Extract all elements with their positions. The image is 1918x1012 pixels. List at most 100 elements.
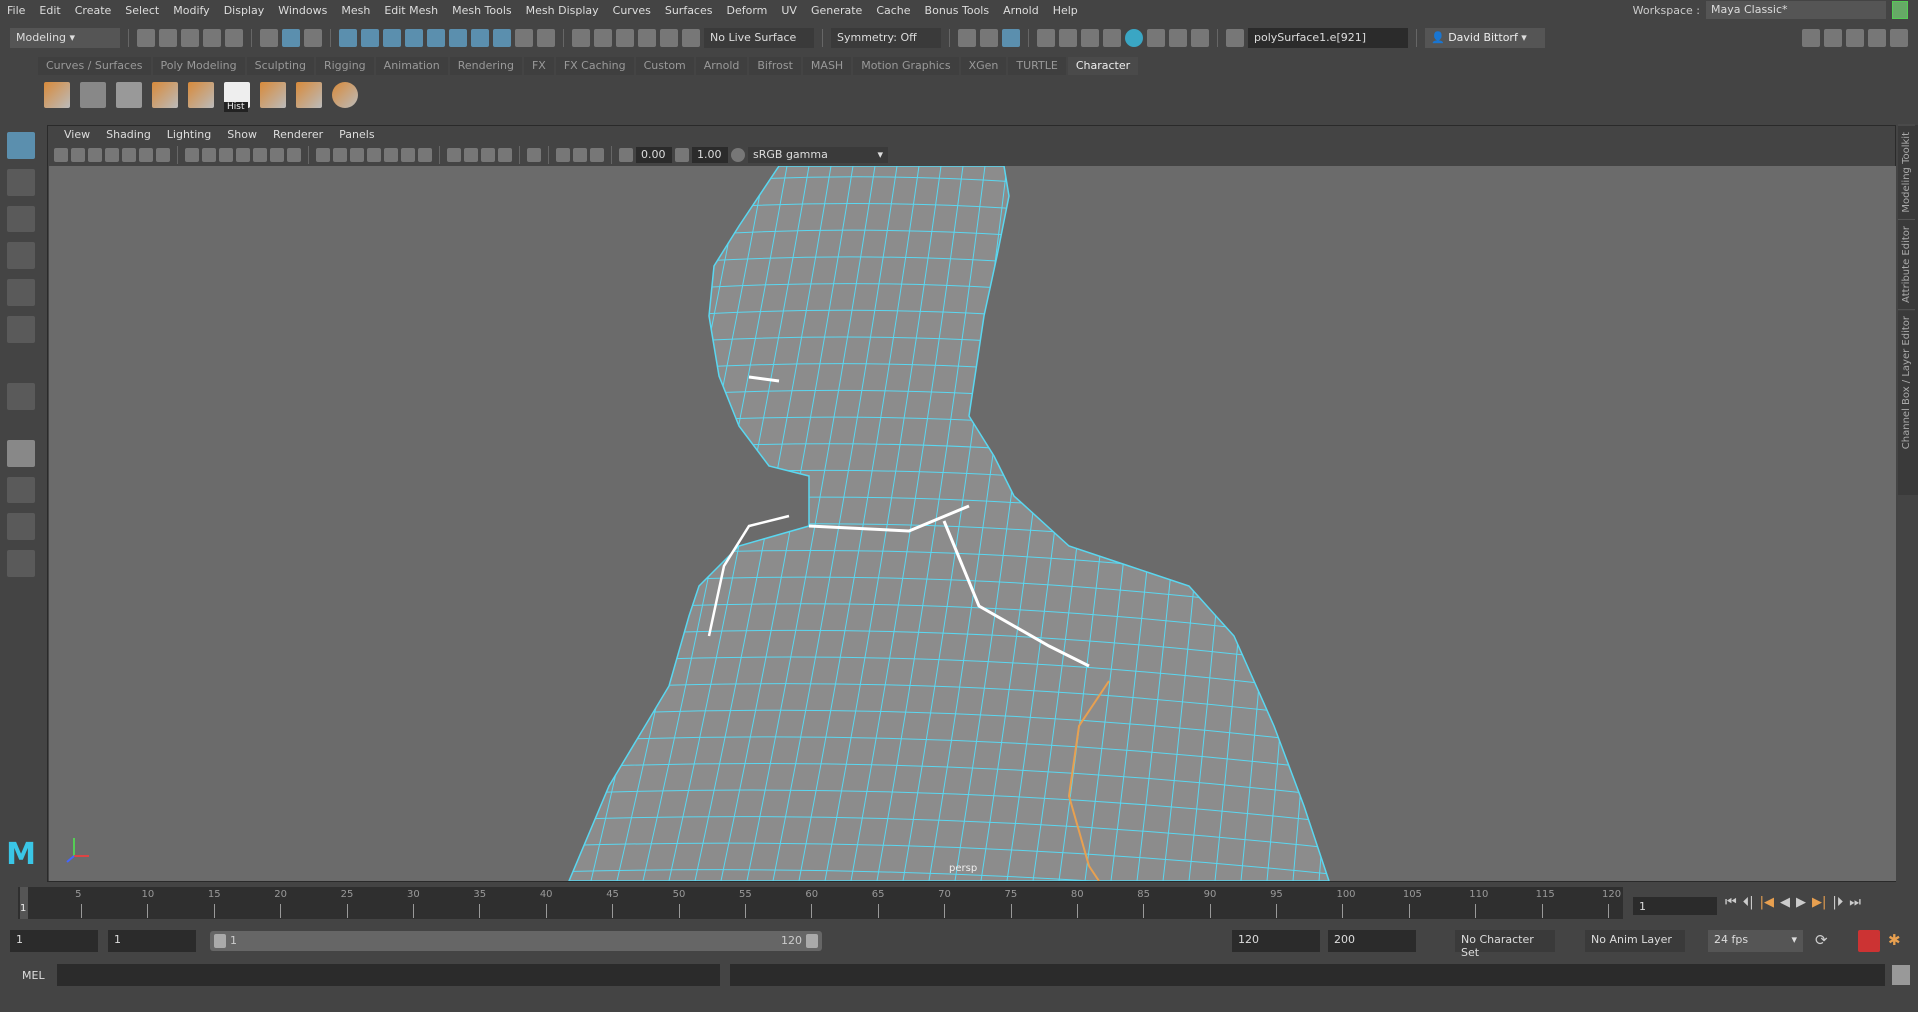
modeling-toolkit-toggle-icon[interactable] (1802, 29, 1820, 47)
play-forward-icon[interactable]: ▶ (1796, 895, 1806, 910)
safe-title-icon[interactable] (287, 148, 301, 162)
four-view-icon[interactable] (7, 476, 35, 504)
single-perspective-icon[interactable] (7, 439, 35, 467)
anim-layer-dropdown[interactable]: No Anim Layer (1585, 930, 1685, 952)
start-time-field[interactable]: 1 (10, 930, 98, 952)
menu-mesh[interactable]: Mesh (334, 4, 377, 17)
lasso-tool-icon[interactable] (7, 168, 35, 196)
exposure-icon[interactable] (619, 148, 633, 162)
arnold-render-icon[interactable] (1147, 29, 1165, 47)
go-to-end-icon[interactable]: ⏭ (1849, 895, 1861, 910)
select-hierarchy-icon[interactable] (260, 29, 278, 47)
color-space-dropdown[interactable]: sRGB gamma ▾ (748, 147, 888, 163)
hypershade-icon[interactable] (1125, 29, 1143, 47)
panel-menu-show[interactable]: Show (219, 128, 265, 141)
shelf-joint-icon[interactable] (44, 82, 70, 108)
outliner-icon[interactable] (7, 550, 35, 577)
wireframe-on-shaded-icon[interactable] (367, 148, 381, 162)
menu-arnold[interactable]: Arnold (996, 4, 1046, 17)
panel-menu-shading[interactable]: Shading (98, 128, 159, 141)
menu-create[interactable]: Create (68, 4, 119, 17)
step-forward-frame-icon[interactable]: ▶| (1812, 895, 1826, 910)
gamma-icon[interactable] (675, 148, 689, 162)
end-time-field[interactable]: 200 (1328, 930, 1416, 952)
shelf-tab[interactable]: Bifrost (749, 57, 801, 75)
go-to-start-icon[interactable]: ⏮ (1725, 895, 1737, 910)
select-object-icon[interactable] (282, 29, 300, 47)
menuset-dropdown[interactable]: Modeling ▾ (10, 28, 120, 48)
live-icon[interactable] (682, 29, 700, 47)
grease-pencil-icon[interactable] (156, 148, 170, 162)
camera-lock-icon[interactable] (71, 148, 85, 162)
light-icon[interactable] (1169, 29, 1187, 47)
redo-icon[interactable] (225, 29, 243, 47)
smooth-shade-icon[interactable] (333, 148, 347, 162)
shelf-weights-icon[interactable] (260, 82, 286, 108)
shelf-tab[interactable]: Curves / Surfaces (38, 57, 151, 75)
panel-menu-renderer[interactable]: Renderer (265, 128, 331, 141)
side-tab[interactable]: Channel Box / Layer Editor (1898, 308, 1915, 455)
panel-menu-view[interactable]: View (56, 128, 98, 141)
field-chart-icon[interactable] (253, 148, 267, 162)
snap-view-plane-icon[interactable] (427, 29, 445, 47)
shelf-history-icon[interactable]: Hist (224, 82, 250, 112)
menu-edit-mesh[interactable]: Edit Mesh (377, 4, 445, 17)
ipr-render-icon[interactable] (1081, 29, 1099, 47)
render-settings-icon[interactable] (1103, 29, 1121, 47)
human-ik-icon[interactable] (1824, 29, 1842, 47)
open-scene-icon[interactable] (159, 29, 177, 47)
panel-layout2-icon[interactable] (980, 29, 998, 47)
symmetry-dropdown[interactable]: Symmetry: Off (831, 28, 941, 48)
construction-history-icon[interactable] (616, 29, 634, 47)
attribute-editor-toggle-icon[interactable] (1846, 29, 1864, 47)
shelf-tab[interactable]: Rigging (315, 57, 374, 75)
side-tab[interactable]: Modeling Toolkit (1898, 125, 1915, 219)
select-tool-icon[interactable] (7, 132, 35, 159)
shelf-tab[interactable]: Motion Graphics (853, 57, 959, 75)
shelf-ik-icon[interactable] (116, 82, 142, 108)
range-start-handle[interactable] (214, 934, 226, 948)
input-line-icon[interactable] (1226, 29, 1244, 47)
xray-icon[interactable] (556, 148, 570, 162)
menu-deform[interactable]: Deform (719, 4, 774, 17)
time-slider[interactable]: 1 5 10 15 20 25 30 35 40 45 50 55 60 65 70 75 80 85 90 95 1… (18, 887, 1623, 919)
grid-icon[interactable] (185, 148, 199, 162)
script-editor-icon[interactable] (1892, 965, 1910, 985)
shelf-tab[interactable]: Sculpting (246, 57, 314, 75)
outliner-toggle-icon[interactable] (1002, 29, 1020, 47)
menu-mesh-display[interactable]: Mesh Display (519, 4, 606, 17)
shelf-tab[interactable]: Character (1067, 57, 1139, 75)
render-view-icon[interactable] (1037, 29, 1055, 47)
menu-windows[interactable]: Windows (271, 4, 334, 17)
workspace-dropdown[interactable]: Maya Classic* (1706, 1, 1886, 19)
highlight-icon[interactable] (537, 29, 555, 47)
step-forward-key-icon[interactable]: |⏵ (1832, 895, 1843, 910)
magnet-icon[interactable] (660, 29, 678, 47)
image-plane-icon[interactable] (122, 148, 136, 162)
move-tool-icon[interactable] (7, 242, 35, 270)
3d-viewport[interactable]: persp (49, 166, 1896, 881)
range-end-handle[interactable] (806, 934, 818, 948)
ambient-occlusion-icon[interactable] (447, 148, 461, 162)
resolution-gate-icon[interactable] (219, 148, 233, 162)
wireframe-icon[interactable] (316, 148, 330, 162)
fps-dropdown[interactable]: 24 fps ▾ (1708, 930, 1803, 952)
menu-curves[interactable]: Curves (606, 4, 658, 17)
help-icon[interactable] (493, 29, 511, 47)
scale-tool-icon[interactable] (7, 316, 35, 343)
shelf-tab[interactable]: FX Caching (555, 57, 634, 75)
snap-point-icon[interactable] (383, 29, 401, 47)
menu-cache[interactable]: Cache (869, 4, 917, 17)
dof-icon[interactable] (498, 148, 512, 162)
shelf-sphere-icon[interactable] (332, 82, 358, 108)
shelf-tab[interactable]: XGen (960, 57, 1007, 75)
snap-together-icon[interactable] (638, 29, 656, 47)
exposure-field[interactable]: 0.00 (636, 147, 672, 163)
panel-menu-panels[interactable]: Panels (331, 128, 382, 141)
shelf-tab[interactable]: FX (523, 57, 554, 75)
shelf-grid-icon[interactable] (80, 82, 106, 108)
side-tab[interactable]: Attribute Editor (1898, 218, 1915, 309)
film-gate-icon[interactable] (202, 148, 216, 162)
two-view-icon[interactable] (7, 513, 35, 541)
default-material-icon[interactable] (350, 148, 364, 162)
